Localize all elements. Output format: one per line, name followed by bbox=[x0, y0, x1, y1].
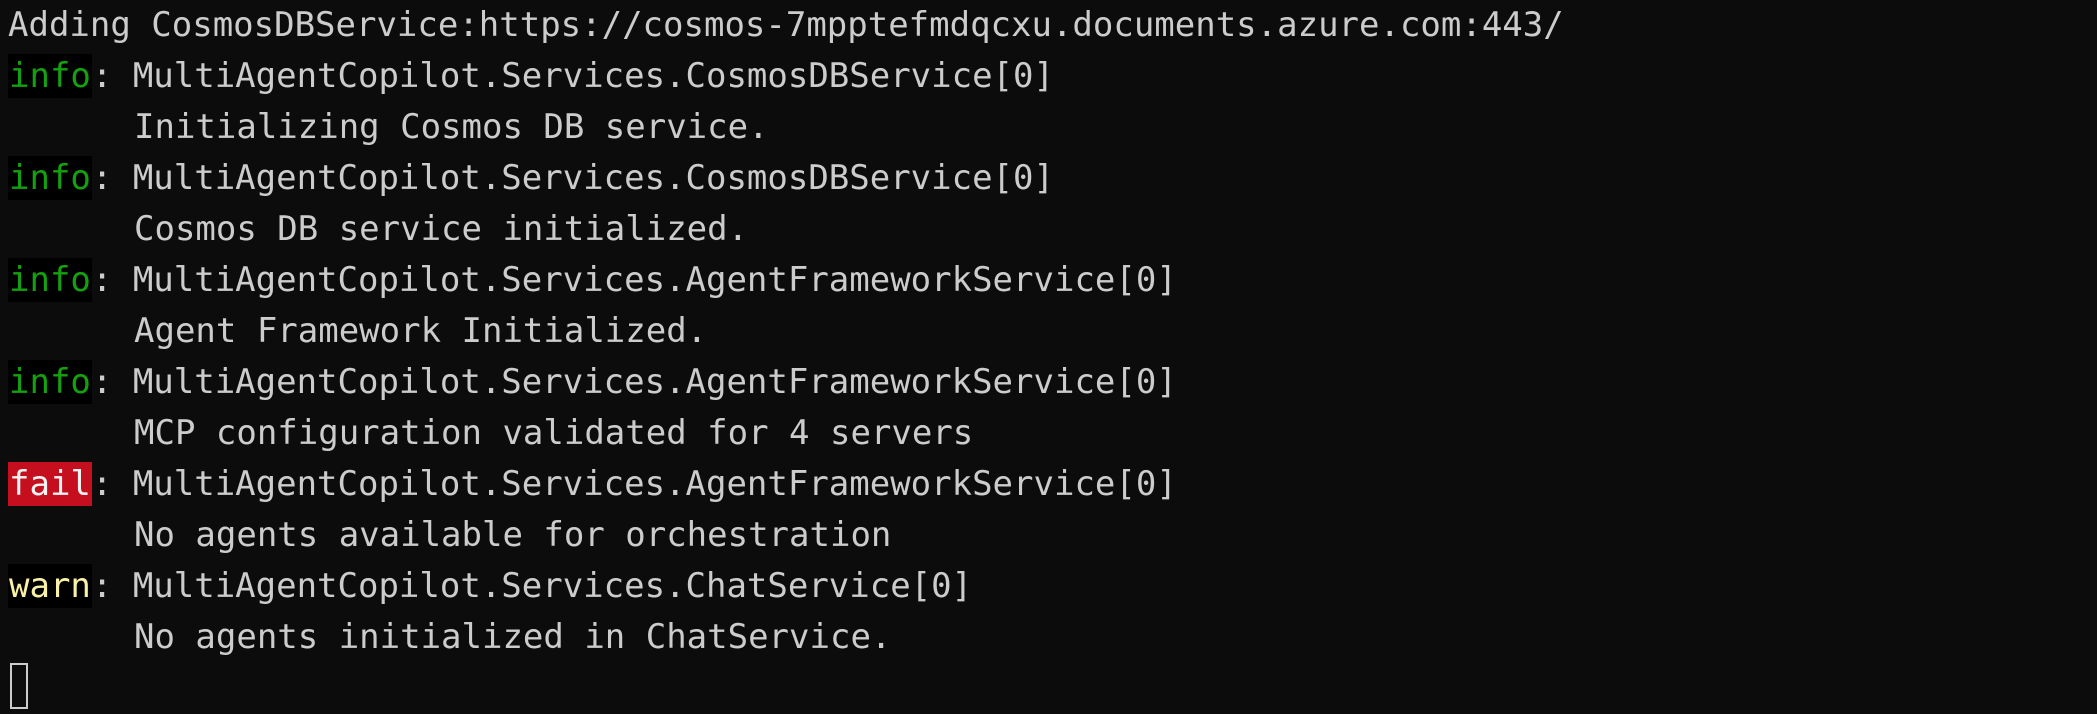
log-category: : MultiAgentCopilot.Services.AgentFramew… bbox=[91, 464, 1177, 504]
log-entry-6-message: No agents initialized in ChatService. bbox=[134, 617, 892, 657]
log-level-fail: fail bbox=[8, 462, 92, 506]
log-entry-4-message: MCP configuration validated for 4 server… bbox=[134, 413, 974, 453]
prompt-line[interactable] bbox=[0, 663, 2097, 714]
log-entry-5-message: No agents available for orchestration bbox=[134, 515, 892, 555]
log-level-info: info bbox=[8, 156, 92, 200]
log-entry-5-header: fail: MultiAgentCopilot.Services.AgentFr… bbox=[0, 459, 2097, 510]
log-level-info: info bbox=[8, 258, 92, 302]
log-category: : MultiAgentCopilot.Services.ChatService… bbox=[91, 566, 973, 606]
log-level-info: info bbox=[8, 54, 92, 98]
log-category: : MultiAgentCopilot.Services.CosmosDBSer… bbox=[91, 158, 1054, 198]
log-entry-1-message: Initializing Cosmos DB service. bbox=[134, 107, 769, 147]
log-category: : MultiAgentCopilot.Services.CosmosDBSer… bbox=[91, 56, 1054, 96]
log-entry-3-header: info: MultiAgentCopilot.Services.AgentFr… bbox=[0, 255, 2097, 306]
header-line: Adding CosmosDBService:https://cosmos-7m… bbox=[8, 5, 1564, 45]
log-entry-3-message: Agent Framework Initialized. bbox=[134, 311, 708, 351]
cursor-icon bbox=[10, 663, 28, 709]
log-entry-2-header: info: MultiAgentCopilot.Services.CosmosD… bbox=[0, 153, 2097, 204]
terminal-window[interactable]: Adding CosmosDBService:https://cosmos-7m… bbox=[0, 0, 2097, 710]
log-entry-1-header: info: MultiAgentCopilot.Services.CosmosD… bbox=[0, 51, 2097, 102]
log-entry-4-header: info: MultiAgentCopilot.Services.AgentFr… bbox=[0, 357, 2097, 408]
log-level-info: info bbox=[8, 360, 92, 404]
log-entry-2-message: Cosmos DB service initialized. bbox=[134, 209, 749, 249]
log-category: : MultiAgentCopilot.Services.AgentFramew… bbox=[91, 362, 1177, 402]
log-level-warn: warn bbox=[8, 564, 92, 608]
log-category: : MultiAgentCopilot.Services.AgentFramew… bbox=[91, 260, 1177, 300]
log-entry-6-header: warn: MultiAgentCopilot.Services.ChatSer… bbox=[0, 561, 2097, 612]
